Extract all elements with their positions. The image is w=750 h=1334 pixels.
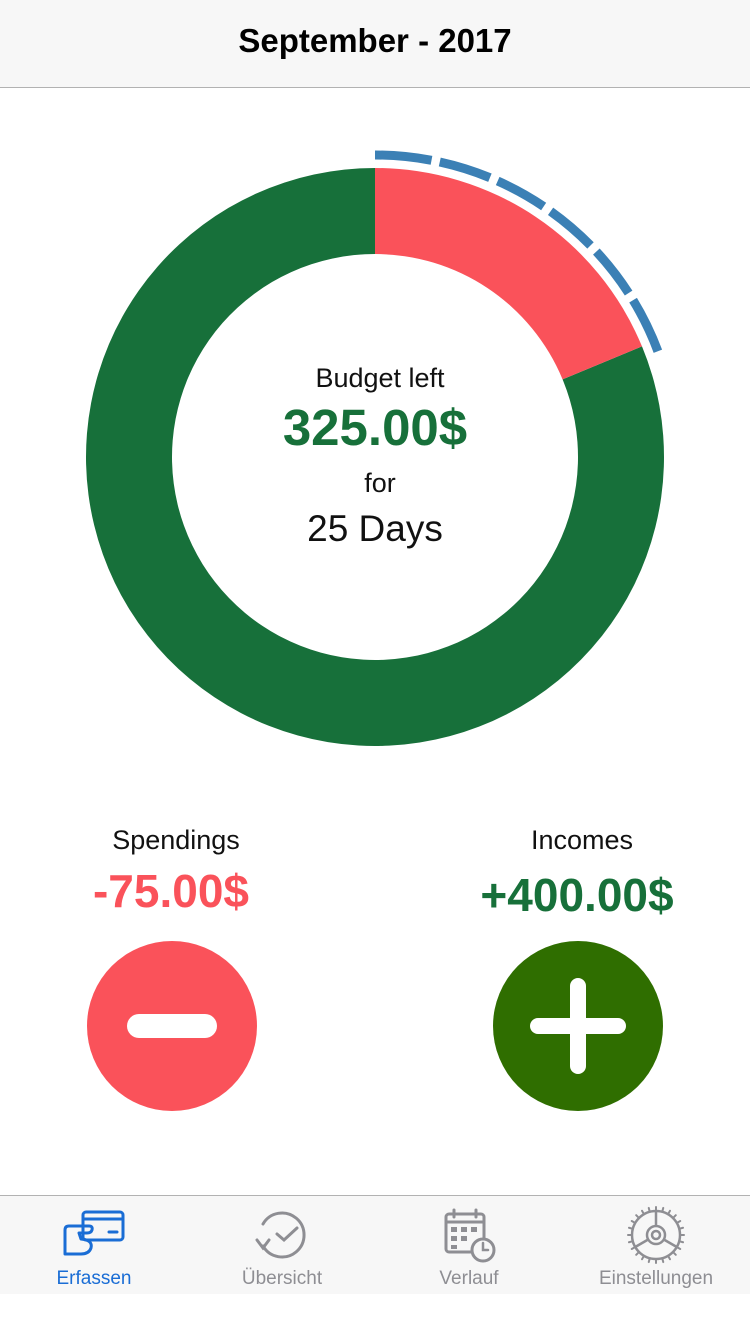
budget-left-value: 325.00$: [282, 399, 468, 456]
elapsed-day-segment: [438, 157, 492, 182]
tab-bar: Erfassen Übersicht Verlauf Einstellungen: [0, 1195, 750, 1294]
plus-icon: [530, 978, 626, 1074]
clock-history-icon: [255, 1211, 306, 1259]
for-label: for: [364, 468, 396, 498]
tab-erfassen[interactable]: Erfassen: [0, 1196, 188, 1294]
tab-uebersicht[interactable]: Übersicht: [188, 1196, 376, 1294]
incomes-amount: +400.00$: [480, 869, 674, 921]
spendings-amount: -75.00$: [92, 865, 249, 917]
gear-icon: [627, 1206, 685, 1264]
credit-card-icon: [63, 1210, 125, 1256]
minus-icon: [127, 1014, 217, 1038]
tab-verlauf[interactable]: Verlauf: [375, 1196, 563, 1294]
tab-erfassen-label: Erfassen: [56, 1268, 132, 1289]
tab-uebersicht-label: Übersicht: [241, 1268, 323, 1289]
spendings-label: Spendings: [112, 825, 240, 855]
add-income-button[interactable]: [493, 941, 663, 1111]
budget-left-label: Budget left: [315, 363, 445, 393]
add-spending-button[interactable]: [87, 941, 257, 1111]
incomes-label: Incomes: [530, 825, 634, 855]
donut-spent-segment: [375, 168, 643, 380]
calendar-clock-icon: [444, 1208, 496, 1263]
tab-einstellungen-label: Einstellungen: [598, 1268, 714, 1289]
days-left-value: 25 Days: [307, 508, 443, 549]
tab-einstellungen[interactable]: Einstellungen: [562, 1196, 750, 1294]
tab-verlauf-label: Verlauf: [439, 1268, 499, 1289]
elapsed-day-segment: [374, 150, 433, 165]
